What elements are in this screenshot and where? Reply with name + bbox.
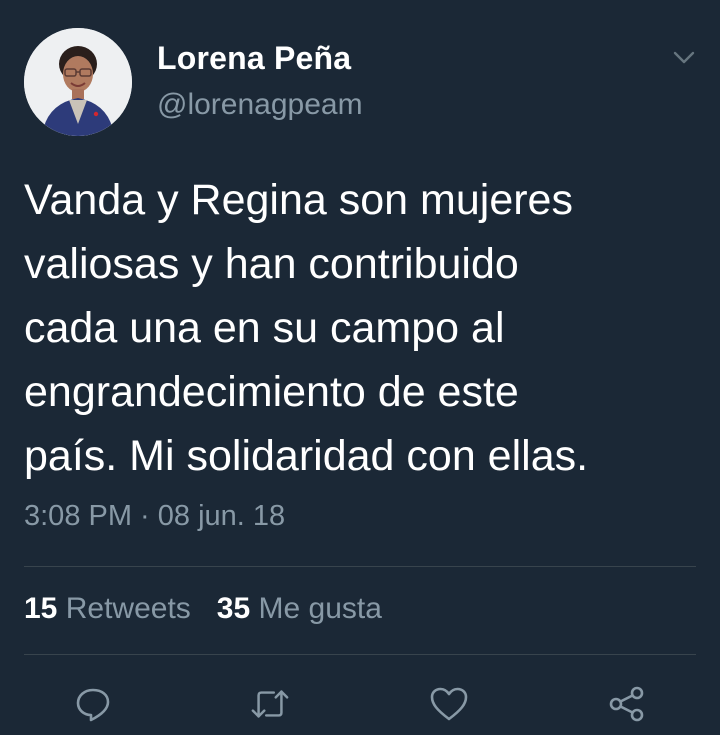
tweet-stats: 15 Retweets 35 Me gusta — [24, 592, 382, 626]
tweet-text: Vanda y Regina son mujeres valiosas y ha… — [24, 168, 704, 488]
tweet-card: Lorena Peña @lorenagpeam Vanda y Regina … — [0, 0, 720, 735]
likes-stat[interactable]: 35 Me gusta — [217, 592, 382, 625]
user-handle[interactable]: @lorenagpeam — [157, 88, 363, 122]
tweet-timestamp[interactable]: 3:08 PM · 08 jun. 18 — [24, 500, 285, 533]
tweet-text-line: valiosas y han contribuido — [24, 240, 519, 288]
divider — [24, 654, 696, 655]
heart-icon[interactable] — [429, 684, 469, 724]
retweets-stat[interactable]: 15 Retweets — [24, 592, 191, 625]
avatar[interactable] — [24, 28, 132, 136]
action-bar — [0, 684, 720, 724]
tweet-text-line: engrandecimiento de este — [24, 368, 519, 416]
display-name[interactable]: Lorena Peña — [157, 40, 351, 77]
tweet-text-line: país. Mi solidaridad con ellas. — [24, 432, 589, 480]
profile-photo — [24, 28, 132, 136]
reply-icon[interactable] — [73, 684, 113, 724]
likes-count: 35 — [216, 592, 251, 625]
likes-label: Me gusta — [258, 592, 382, 625]
tweet-text-line: Vanda y Regina son mujeres — [24, 176, 573, 224]
share-icon[interactable] — [607, 684, 647, 724]
divider — [24, 566, 696, 567]
chevron-down-icon[interactable] — [670, 44, 698, 72]
tweet-text-line: cada una en su campo al — [24, 304, 505, 352]
retweets-count: 15 — [24, 592, 58, 625]
retweets-label: Retweets — [65, 592, 191, 625]
retweet-icon[interactable] — [250, 684, 290, 724]
